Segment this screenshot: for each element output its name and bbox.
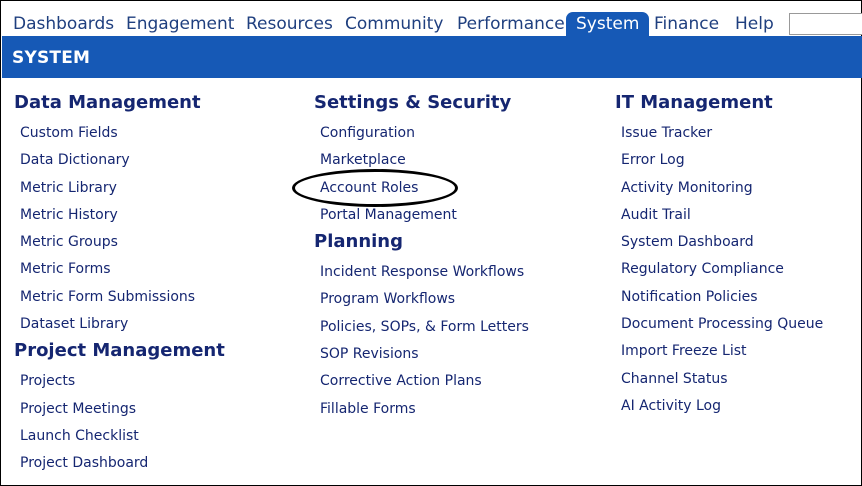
- column-it-management: IT Management Issue Tracker Error Log Ac…: [615, 91, 823, 420]
- link-project-meetings[interactable]: Project Meetings: [14, 396, 225, 423]
- link-marketplace[interactable]: Marketplace: [314, 147, 529, 174]
- link-channel-status[interactable]: Channel Status: [615, 366, 823, 393]
- link-policies-sops-form-letters[interactable]: Policies, SOPs, & Form Letters: [314, 314, 529, 341]
- link-dataset-library[interactable]: Dataset Library: [14, 311, 225, 338]
- tab-engagement[interactable]: Engagement: [120, 13, 240, 36]
- heading-project-management: Project Management: [14, 340, 225, 362]
- link-fillable-forms[interactable]: Fillable Forms: [314, 396, 529, 423]
- link-data-dictionary[interactable]: Data Dictionary: [14, 147, 225, 174]
- list-project-management: Projects Project Meetings Launch Checkli…: [14, 368, 225, 477]
- link-incident-response-workflows[interactable]: Incident Response Workflows: [314, 259, 529, 286]
- link-metric-library[interactable]: Metric Library: [14, 175, 225, 202]
- section-header: SYSTEM: [2, 36, 862, 78]
- list-data-management: Custom Fields Data Dictionary Metric Lib…: [14, 120, 225, 338]
- list-planning: Incident Response Workflows Program Work…: [314, 259, 529, 423]
- heading-settings-security: Settings & Security: [314, 92, 512, 113]
- column-settings-planning: Settings & Security Configuration Market…: [314, 91, 529, 423]
- tab-dashboards[interactable]: Dashboards: [7, 13, 120, 36]
- link-metric-groups[interactable]: Metric Groups: [14, 229, 225, 256]
- link-launch-checklist[interactable]: Launch Checklist: [14, 423, 225, 450]
- link-error-log[interactable]: Error Log: [615, 147, 823, 174]
- link-projects[interactable]: Projects: [14, 368, 225, 395]
- list-it-management: Issue Tracker Error Log Activity Monitor…: [615, 120, 823, 420]
- column-data-project: Data Management Custom Fields Data Dicti…: [14, 91, 225, 478]
- heading-planning: Planning: [314, 231, 404, 253]
- tab-system[interactable]: System: [566, 12, 650, 37]
- tab-performance[interactable]: Performance: [451, 13, 571, 36]
- link-sop-revisions[interactable]: SOP Revisions: [314, 341, 529, 368]
- heading-it-management: IT Management: [615, 92, 773, 113]
- link-program-workflows[interactable]: Program Workflows: [314, 286, 529, 313]
- link-account-roles[interactable]: Account Roles: [314, 175, 529, 202]
- link-metric-history[interactable]: Metric History: [14, 202, 225, 229]
- link-metric-form-submissions[interactable]: Metric Form Submissions: [14, 284, 225, 311]
- link-import-freeze-list[interactable]: Import Freeze List: [615, 338, 823, 365]
- link-configuration[interactable]: Configuration: [314, 120, 529, 147]
- search-input[interactable]: [789, 13, 862, 35]
- tab-resources[interactable]: Resources: [240, 13, 339, 36]
- link-activity-monitoring[interactable]: Activity Monitoring: [615, 175, 823, 202]
- link-corrective-action-plans[interactable]: Corrective Action Plans: [314, 368, 529, 395]
- tab-help[interactable]: Help: [729, 13, 780, 36]
- heading-data-management: Data Management: [14, 92, 201, 113]
- link-regulatory-compliance[interactable]: Regulatory Compliance: [615, 256, 823, 283]
- link-metric-forms[interactable]: Metric Forms: [14, 256, 225, 283]
- link-audit-trail[interactable]: Audit Trail: [615, 202, 823, 229]
- link-system-dashboard[interactable]: System Dashboard: [615, 229, 823, 256]
- link-ai-activity-log[interactable]: AI Activity Log: [615, 393, 823, 420]
- link-project-dashboard[interactable]: Project Dashboard: [14, 450, 225, 477]
- link-document-processing-queue[interactable]: Document Processing Queue: [615, 311, 823, 338]
- list-settings-security: Configuration Marketplace Account Roles …: [314, 120, 529, 229]
- tab-community[interactable]: Community: [339, 13, 449, 36]
- tab-finance[interactable]: Finance: [648, 13, 725, 36]
- link-custom-fields[interactable]: Custom Fields: [14, 120, 225, 147]
- top-nav: Dashboards Engagement Resources Communit…: [2, 2, 862, 37]
- link-portal-management[interactable]: Portal Management: [314, 202, 529, 229]
- link-issue-tracker[interactable]: Issue Tracker: [615, 120, 823, 147]
- page-frame: Dashboards Engagement Resources Communit…: [0, 0, 862, 486]
- link-notification-policies[interactable]: Notification Policies: [615, 284, 823, 311]
- section-title: SYSTEM: [12, 48, 91, 68]
